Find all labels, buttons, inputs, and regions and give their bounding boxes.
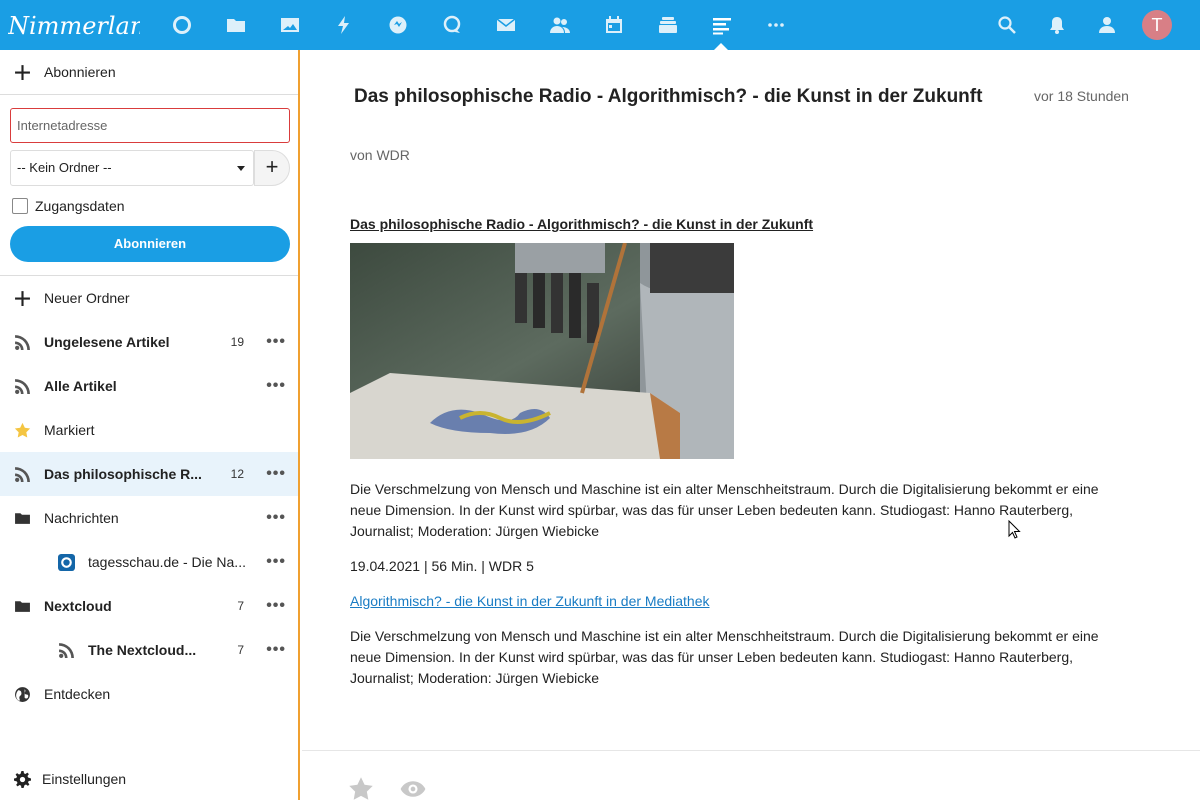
url-input[interactable]: Internetadresse [10, 108, 290, 143]
article-view: Das philosophische Radio - Algorithmisch… [302, 50, 1200, 800]
folder-icon [13, 597, 31, 615]
unread-count: 12 [230, 467, 244, 481]
sidebar-item-label: Nextcloud [44, 598, 112, 614]
sidebar-item-unread[interactable]: Ungelesene Artikel 19 ••• [0, 320, 298, 364]
add-folder-button[interactable]: + [254, 150, 290, 186]
calendar-icon[interactable] [600, 11, 628, 39]
credentials-checkbox[interactable] [12, 198, 28, 214]
article-timestamp: vor 18 Stunden [1034, 88, 1129, 104]
sidebar-item-folder-nachrichten[interactable]: Nachrichten ••• [0, 496, 298, 540]
new-folder-label: Neuer Ordner [44, 290, 130, 306]
deck-icon[interactable] [654, 11, 682, 39]
avatar[interactable]: T [1142, 10, 1172, 40]
mouse-cursor-icon [1008, 520, 1021, 539]
photos-icon[interactable] [276, 11, 304, 39]
dashboard-icon[interactable] [168, 11, 196, 39]
rss-icon [13, 465, 31, 483]
unread-count: 7 [237, 643, 244, 657]
more-actions-icon[interactable]: ••• [266, 333, 286, 351]
more-actions-icon[interactable]: ••• [266, 377, 286, 395]
rss-icon [13, 377, 31, 395]
folder-select[interactable]: -- Kein Ordner -- [10, 150, 254, 186]
top-navigation-bar: Nimmerland T [0, 0, 1200, 50]
plus-icon [13, 289, 31, 307]
sidebar-item-label: Nachrichten [44, 510, 119, 526]
divider [302, 750, 1200, 751]
sidebar-item-feed-nextcloud[interactable]: The Nextcloud... 7 ••• [0, 628, 298, 672]
contacts-icon[interactable] [546, 11, 574, 39]
unread-count: 7 [237, 599, 244, 613]
sidebar-item-label: Das philosophische R... [44, 466, 202, 482]
sidebar-item-label: Markiert [44, 422, 95, 438]
brand-logo[interactable]: Nimmerland [8, 6, 140, 44]
sidebar-item-feed-tagesschau[interactable]: tagesschau.de - Die Na... ••• [0, 540, 298, 584]
subscribe-button[interactable]: Abonnieren [10, 226, 290, 262]
sidebar-item-starred[interactable]: Markiert [0, 408, 298, 452]
search-icon[interactable] [993, 11, 1021, 39]
more-actions-icon[interactable]: ••• [266, 553, 286, 571]
files-icon[interactable] [222, 11, 250, 39]
contacts-menu-icon[interactable] [1093, 11, 1121, 39]
divider [0, 94, 298, 95]
eye-icon[interactable] [400, 776, 426, 802]
star-icon [13, 421, 31, 439]
more-actions-icon[interactable]: ••• [266, 597, 286, 615]
sidebar-item-label: The Nextcloud... [88, 642, 197, 658]
folder-select-value: -- Kein Ordner -- [17, 160, 112, 175]
notifications-bell-icon[interactable] [1043, 11, 1071, 39]
subscribe-toggle-label: Abonnieren [44, 64, 116, 80]
sidebar-item-label: tagesschau.de - Die Na... [88, 554, 246, 570]
article-heading-link[interactable]: Das philosophische Radio - Algorithmisch… [350, 216, 813, 232]
more-actions-icon[interactable]: ••• [266, 465, 286, 483]
sidebar-item-all[interactable]: Alle Artikel ••• [0, 364, 298, 408]
subscribe-toggle[interactable]: Abonnieren [0, 50, 298, 94]
sidebar-item-feed-philosophisches-radio[interactable]: Das philosophische R... 12 ••• [0, 452, 298, 496]
more-apps-icon[interactable] [762, 11, 790, 39]
article-paragraph: Die Verschmelzung von Mensch und Maschin… [350, 628, 1099, 686]
article-meta: 19.04.2021 | 56 Min. | WDR 5 [350, 558, 534, 574]
activity-icon[interactable] [330, 11, 358, 39]
rss-icon [13, 333, 31, 351]
article-author: von WDR [350, 147, 410, 163]
new-folder-button[interactable]: Neuer Ordner [0, 276, 298, 320]
more-actions-icon[interactable]: ••• [266, 641, 286, 659]
active-app-indicator [714, 43, 728, 50]
search-bubble-icon[interactable] [438, 11, 466, 39]
article-title[interactable]: Das philosophische Radio - Algorithmisch… [354, 86, 982, 108]
tagesschau-icon [57, 553, 75, 571]
sidebar-item-discover[interactable]: Entdecken [0, 672, 298, 716]
sidebar-item-label: Ungelesene Artikel [44, 334, 170, 350]
svg-text:Nimmerland: Nimmerland [8, 12, 140, 40]
sidebar-item-label: Alle Artikel [44, 378, 117, 394]
sidebar-item-folder-nextcloud[interactable]: Nextcloud 7 ••• [0, 584, 298, 628]
plus-icon [13, 63, 31, 81]
credentials-label: Zugangsdaten [35, 198, 125, 214]
settings-button[interactable]: Einstellungen [0, 757, 298, 801]
gear-icon [13, 770, 31, 788]
chevron-down-icon [237, 166, 245, 171]
settings-label: Einstellungen [42, 771, 127, 787]
article-image [350, 243, 734, 459]
unread-count: 19 [230, 335, 244, 349]
mail-icon[interactable] [492, 11, 520, 39]
sidebar-item-label: Entdecken [44, 686, 111, 702]
rss-icon [57, 641, 75, 659]
app-navigation-sidebar: Abonnieren Internetadresse -- Kein Ordne… [0, 50, 300, 800]
more-actions-icon[interactable]: ••• [266, 509, 286, 527]
mediathek-link[interactable]: Algorithmisch? - die Kunst in der Zukunf… [350, 593, 710, 609]
globe-icon [13, 685, 31, 703]
news-icon[interactable] [708, 11, 736, 39]
star-icon[interactable] [348, 776, 374, 802]
folder-icon [13, 509, 31, 527]
article-paragraph: Die Verschmelzung von Mensch und Maschin… [350, 481, 1099, 539]
talk-icon[interactable] [384, 11, 412, 39]
